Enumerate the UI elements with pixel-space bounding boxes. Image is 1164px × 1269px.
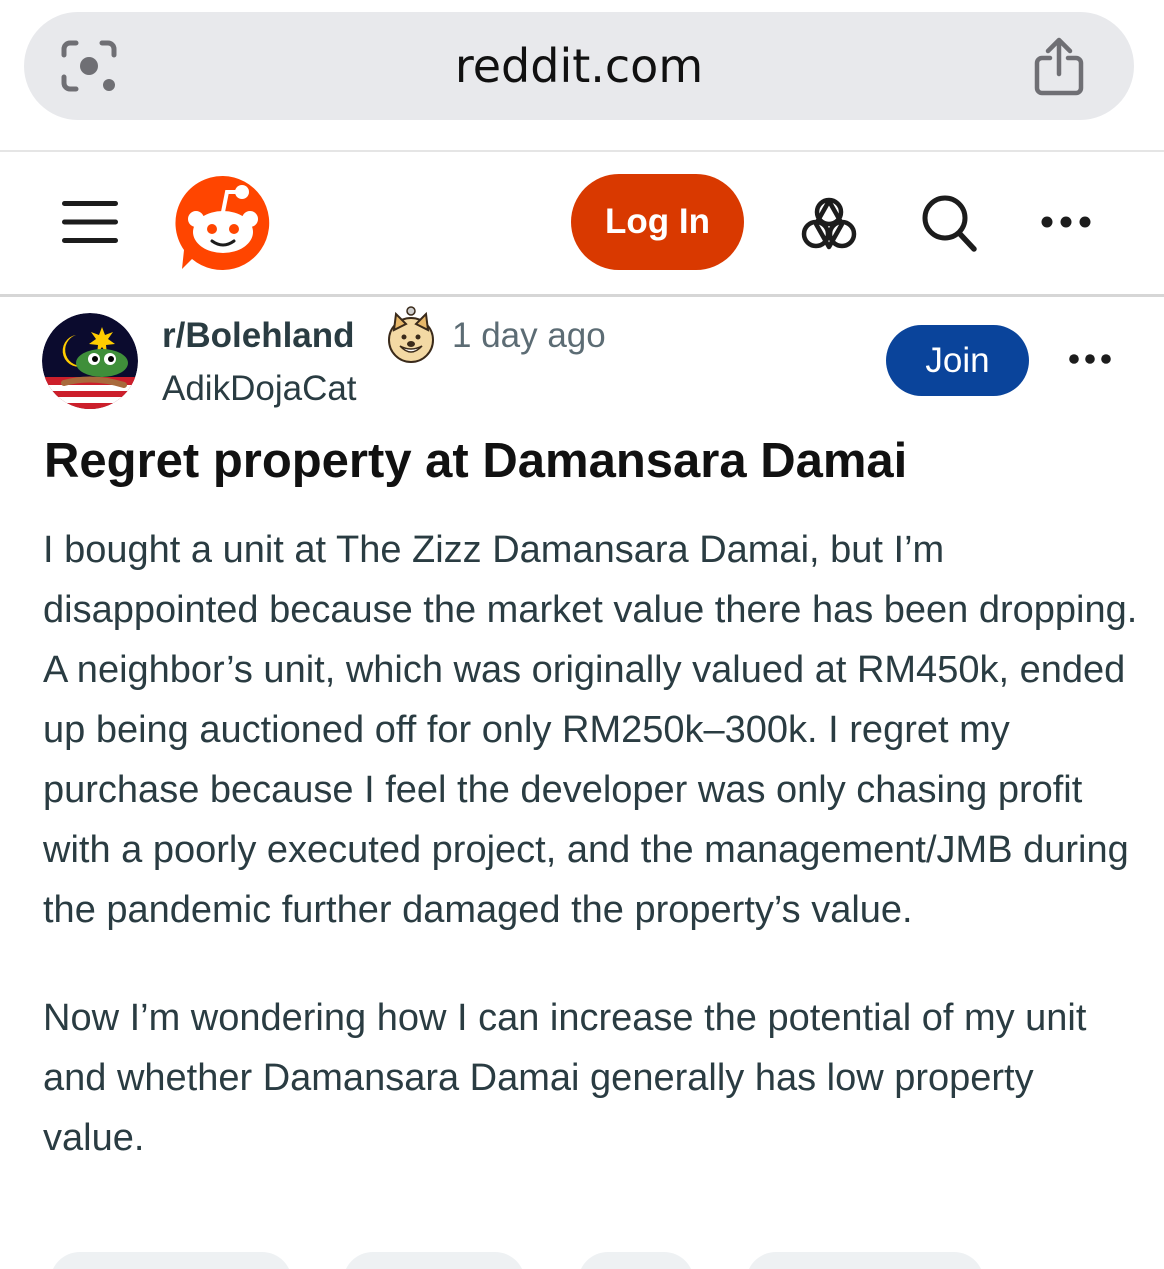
join-button[interactable]: Join: [886, 325, 1029, 396]
post-paragraph: I bought a unit at The Zizz Damansara Da…: [43, 529, 1138, 931]
menu-icon[interactable]: [62, 198, 118, 246]
comments-pill[interactable]: [343, 1252, 525, 1269]
address-bar[interactable]: reddit.com: [24, 12, 1134, 120]
share-pill[interactable]: [746, 1252, 984, 1269]
login-button[interactable]: Log In: [571, 174, 744, 270]
subreddit-name[interactable]: r/Bolehland: [162, 314, 355, 358]
reddit-logo[interactable]: [174, 174, 272, 272]
vote-pill[interactable]: [50, 1252, 292, 1269]
award-pill[interactable]: [578, 1252, 694, 1269]
url-text[interactable]: reddit.com: [24, 12, 1134, 120]
reddit-header: Log In: [0, 152, 1164, 297]
screen: reddit.com Log In r/Bolehland 1 day ago …: [0, 0, 1164, 1269]
post-title: Regret property at Damansara Damai: [44, 434, 908, 488]
browser-toolbar: reddit.com: [0, 0, 1164, 152]
post-timestamp: 1 day ago: [452, 316, 606, 355]
post-more-icon[interactable]: [1068, 350, 1112, 368]
more-icon[interactable]: [1040, 212, 1092, 232]
post-body: I bought a unit at The Zizz Damansara Da…: [43, 520, 1143, 1168]
subreddit-avatar[interactable]: [42, 313, 138, 409]
post-action-bar: [0, 1252, 1164, 1269]
get-app-icon[interactable]: [800, 195, 858, 251]
share-icon[interactable]: [1032, 36, 1086, 98]
author-name[interactable]: AdikDojaCat: [162, 367, 357, 411]
search-icon[interactable]: [920, 193, 978, 253]
post-paragraph: Now I’m wondering how I can increase the…: [43, 997, 1087, 1159]
doge-badge-icon: [388, 306, 434, 363]
